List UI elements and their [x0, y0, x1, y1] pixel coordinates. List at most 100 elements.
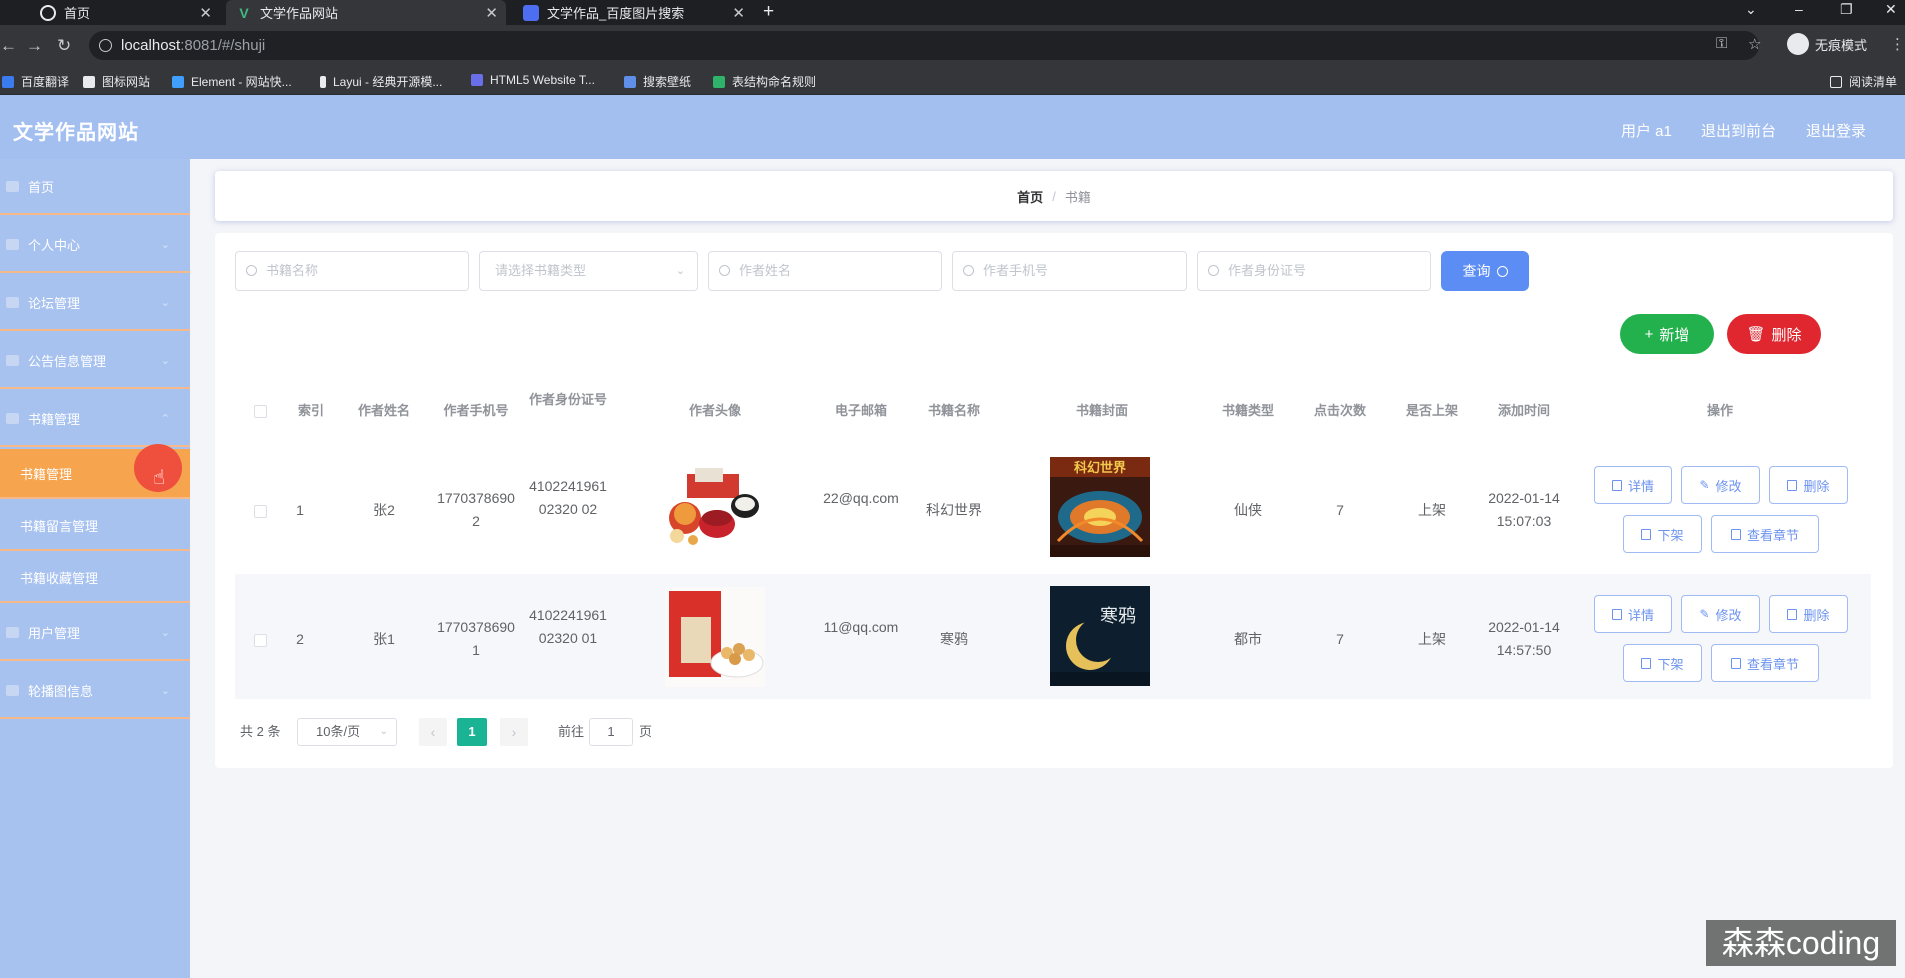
col-author: 作者姓名: [357, 403, 410, 418]
star-icon[interactable]: ☆: [1748, 35, 1761, 53]
document-icon: [1641, 657, 1652, 669]
browser-tab-home[interactable]: 首页 ✕: [30, 0, 220, 25]
goto-label: 前往: [558, 724, 585, 739]
minimize-icon[interactable]: –: [1795, 1, 1803, 17]
sidebar-item-carousel[interactable]: 轮播图信息 ⌄: [0, 663, 190, 719]
bookmark-item[interactable]: 百度翻译: [2, 73, 69, 90]
book-cover: 寒鸦: [1050, 586, 1150, 686]
sidebar-subitem-label: 书籍收藏管理: [20, 570, 99, 586]
author-name-input[interactable]: 作者姓名: [708, 251, 942, 291]
back-to-front-link[interactable]: 退出到前台: [1701, 120, 1776, 141]
row-checkbox[interactable]: [254, 634, 267, 647]
placeholder: 作者身份证号: [1228, 263, 1307, 278]
sidebar-item-profile[interactable]: 个人中心 ⌄: [0, 217, 190, 273]
breadcrumb-home[interactable]: 首页: [1017, 187, 1043, 206]
bookmark-label: 搜索壁纸: [643, 75, 692, 89]
select-all-checkbox[interactable]: [254, 405, 267, 418]
query-button[interactable]: 查询: [1441, 251, 1529, 291]
document-icon: [1641, 528, 1652, 540]
close-icon[interactable]: ✕: [732, 4, 745, 22]
close-icon[interactable]: ✕: [485, 4, 498, 22]
goto-page-input[interactable]: 1: [589, 718, 633, 746]
bookmark-item[interactable]: 图标网站: [83, 73, 150, 90]
window-close-icon[interactable]: ✕: [1885, 1, 1897, 18]
back-icon[interactable]: ←: [0, 36, 17, 56]
author-phone-input[interactable]: 作者手机号: [952, 251, 1187, 291]
more-icon[interactable]: ⋮: [1890, 35, 1905, 53]
page-size-select[interactable]: 10条/页 ⌄: [297, 718, 397, 746]
user-icon: [6, 238, 19, 250]
prev-page-button[interactable]: ‹: [419, 718, 447, 746]
detail-button[interactable]: 详情: [1594, 595, 1672, 633]
restore-icon[interactable]: ❐: [1840, 1, 1853, 18]
bookmark-label: Layui - 经典开源模...: [333, 75, 443, 89]
placeholder: 请选择书籍类型: [495, 263, 587, 278]
document-icon: [1611, 608, 1622, 620]
bookmark-item[interactable]: Layui - 经典开源模...: [320, 73, 442, 90]
edit-button[interactable]: ✎ 修改: [1681, 466, 1760, 504]
page-size-value: 10条/页: [316, 724, 361, 739]
detail-button[interactable]: 详情: [1594, 466, 1672, 504]
sidebar-item-label: 书籍管理: [28, 411, 81, 427]
cell-clicks: 7: [1336, 502, 1344, 518]
bookmark-item[interactable]: 搜索壁纸: [624, 73, 691, 90]
book-name-input[interactable]: 书籍名称: [235, 251, 469, 291]
cell-index: 1: [296, 502, 304, 518]
row-checkbox[interactable]: [254, 505, 267, 518]
unshelf-button[interactable]: 下架: [1623, 515, 1702, 553]
baidu-icon: [523, 4, 539, 21]
edit-button[interactable]: ✎ 修改: [1681, 595, 1760, 633]
delete-button[interactable]: 删除: [1769, 466, 1848, 504]
crow-cover-image: 寒鸦: [1050, 586, 1150, 686]
wallpaper-icon: [624, 75, 636, 88]
view-chapters-button[interactable]: 查看章节: [1711, 644, 1819, 682]
next-page-button[interactable]: ›: [500, 718, 528, 746]
reading-list[interactable]: 阅读清单: [1830, 73, 1897, 90]
sidebar-item-notice[interactable]: 公告信息管理 ⌄: [0, 333, 190, 389]
add-button[interactable]: + 新增: [1620, 314, 1714, 354]
page-number-current[interactable]: 1: [457, 718, 487, 746]
bookmark-item[interactable]: Element - 网站快...: [172, 73, 292, 90]
browser-tab-site[interactable]: V 文学作品网站 ✕: [226, 0, 506, 25]
sidebar-subitem-book-comments[interactable]: 书籍留言管理: [0, 501, 190, 551]
close-icon[interactable]: ✕: [199, 4, 212, 22]
info-icon[interactable]: [99, 39, 112, 52]
browser-tab-baidu[interactable]: 文学作品_百度图片搜索 ✕: [513, 0, 753, 25]
sidebar-item-users[interactable]: 用户管理 ⌄: [0, 605, 190, 661]
batch-delete-button[interactable]: 🗑 删除: [1727, 314, 1821, 354]
forward-icon[interactable]: →: [26, 36, 43, 56]
bookmark-label: 百度翻译: [21, 75, 70, 89]
author-id-input[interactable]: 作者身份证号: [1197, 251, 1431, 291]
book-cover: 科幻世界: [1050, 457, 1150, 557]
chevron-down-icon[interactable]: ⌄: [1745, 1, 1757, 18]
delete-button[interactable]: 删除: [1769, 595, 1848, 633]
sidebar-item-forum[interactable]: 论坛管理 ⌄: [0, 275, 190, 331]
sidebar-item-books[interactable]: 书籍管理 ⌃: [0, 391, 190, 447]
reading-list-label: 阅读清单: [1849, 75, 1898, 89]
search-icon: [719, 265, 730, 276]
new-tab-icon[interactable]: +: [763, 1, 774, 23]
book-type-select[interactable]: 请选择书籍类型 ⌄: [479, 251, 698, 291]
logout-link[interactable]: 退出登录: [1806, 120, 1866, 141]
goto-suffix: 页: [639, 724, 653, 739]
unshelf-button[interactable]: 下架: [1623, 644, 1702, 682]
cell-bookname: 寒鸦: [940, 631, 968, 647]
author-avatar: [665, 460, 765, 560]
url-input[interactable]: localhost:8081/#/shuji: [89, 31, 1759, 60]
tab-title: 首页: [64, 6, 91, 21]
op-label: 下架: [1657, 527, 1684, 543]
bookmark-label: Element - 网站快...: [191, 75, 292, 89]
bookmark-item[interactable]: HTML5 Website T...: [471, 73, 595, 87]
sidebar-item-home[interactable]: 首页: [0, 159, 190, 215]
sidebar-subitem-book-favorites[interactable]: 书籍收藏管理: [0, 553, 190, 603]
cell-time: 2022-01-14 15:07:03: [1488, 490, 1560, 529]
bookmark-item[interactable]: 表结构命名规则: [713, 73, 816, 90]
cell-idcard: 410224196102320 02: [529, 478, 607, 517]
col-time: 添加时间: [1497, 403, 1550, 418]
reload-icon[interactable]: ↻: [57, 36, 71, 56]
sidebar-item-label: 首页: [28, 179, 55, 195]
incognito-indicator[interactable]: 无痕模式: [1787, 33, 1867, 55]
key-icon[interactable]: ⚿: [1716, 35, 1727, 52]
view-chapters-button[interactable]: 查看章节: [1711, 515, 1819, 553]
tab-title: 文学作品_百度图片搜索: [547, 6, 685, 21]
